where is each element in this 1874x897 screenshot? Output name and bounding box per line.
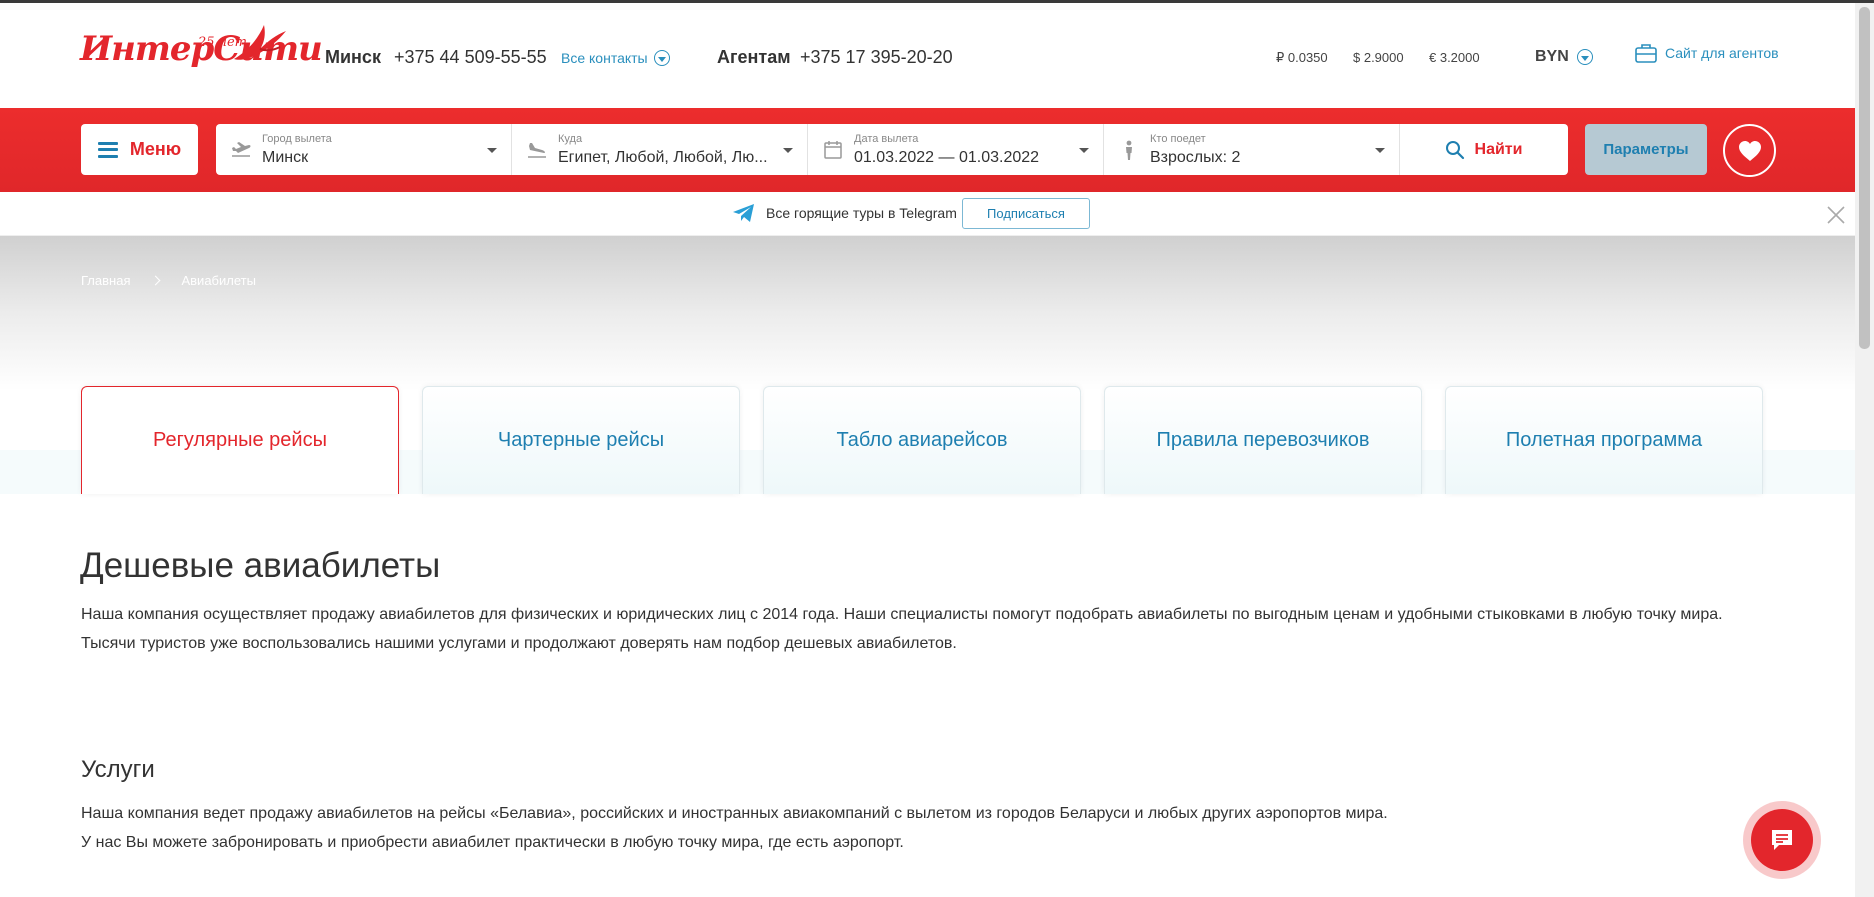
- tab-flight-program[interactable]: Полетная программа: [1445, 386, 1763, 494]
- breadcrumb: Главная Авиабилеты: [81, 273, 256, 288]
- departure-city-field[interactable]: Город вылета Минск: [216, 124, 512, 175]
- chevron-right-icon: [151, 275, 161, 286]
- departure-city-value: Минск: [262, 149, 309, 166]
- departure-date-value: 01.03.2022 — 01.03.2022: [854, 149, 1040, 166]
- tab-charter-flights[interactable]: Чартерные рейсы: [422, 386, 740, 494]
- caret-down-icon: [783, 148, 793, 153]
- search-icon: [1445, 140, 1464, 159]
- search-form: Город вылета Минск Куда Египет, Любой, Л…: [216, 124, 1568, 175]
- chevron-down-icon: [1576, 49, 1593, 65]
- menu-button[interactable]: Меню: [81, 124, 198, 175]
- departure-city-label: Город вылета: [262, 133, 332, 145]
- bird-icon: [234, 25, 286, 60]
- telegram-icon: [733, 204, 754, 222]
- chevron-down-icon: [653, 50, 670, 66]
- rate-usd: $ 2.9000: [1353, 50, 1404, 65]
- page-title: Дешевые авиабилеты: [80, 546, 441, 585]
- chat-widget[interactable]: [1743, 801, 1821, 879]
- plane-landing-icon: [528, 143, 546, 158]
- telegram-banner: Все горящие туры в Telegram Подписаться: [0, 192, 1855, 236]
- person-icon: [1126, 140, 1132, 160]
- services-paragraph-1: Наша компания ведет продажу авиабилетов …: [81, 805, 1388, 822]
- tab-flight-board[interactable]: Табло авиарейсов: [763, 386, 1081, 494]
- agents-site-link[interactable]: Сайт для агентов: [1635, 43, 1779, 63]
- page-scrollbar[interactable]: [1855, 3, 1874, 897]
- agents-site-label: Сайт для агентов: [1665, 45, 1779, 61]
- chat-icon: [1772, 830, 1792, 850]
- tab-regular-flights[interactable]: Регулярные рейсы: [81, 386, 399, 494]
- briefcase-icon: [1635, 44, 1657, 63]
- find-button[interactable]: Найти: [1400, 124, 1567, 175]
- all-contacts-label: Все контакты: [561, 50, 648, 66]
- destination-field[interactable]: Куда Египет, Любой, Любой, Лю...: [512, 124, 808, 175]
- calendar-icon: [824, 141, 842, 159]
- plane-takeoff-icon: [232, 142, 251, 157]
- scrollbar-thumb[interactable]: [1859, 7, 1870, 349]
- find-label: Найти: [1474, 140, 1523, 158]
- heart-icon: [1738, 140, 1761, 161]
- services-paragraph-2: У нас Вы можете забронировать и приобрес…: [81, 834, 904, 851]
- travelers-value: Взрослых: 2: [1150, 149, 1241, 166]
- rate-rub: ₽ 0.0350: [1276, 50, 1328, 65]
- currency-value: BYN: [1535, 48, 1569, 65]
- destination-value: Египет, Любой, Любой, Лю...: [558, 149, 768, 166]
- all-contacts-link[interactable]: Все контакты: [561, 50, 670, 66]
- caret-down-icon: [1079, 148, 1089, 153]
- travelers-label: Кто поедет: [1150, 133, 1206, 145]
- subscribe-button[interactable]: Подписаться: [962, 198, 1090, 229]
- caret-down-icon: [1375, 148, 1385, 153]
- hamburger-icon: [97, 141, 118, 158]
- site-header: ИнтерСити 25 лет Минск +375 44 509-55-55…: [0, 3, 1855, 108]
- menu-label: Меню: [129, 139, 182, 159]
- rate-eur: € 3.2000: [1429, 50, 1480, 65]
- intercity-logo[interactable]: ИнтерСити 25 лет: [80, 23, 323, 83]
- caret-down-icon: [487, 148, 497, 153]
- search-bar: Меню Город вылета Минск Куда Египет, Люб…: [0, 108, 1855, 192]
- tab-carrier-rules[interactable]: Правила перевозчиков: [1104, 386, 1422, 494]
- departure-date-label: Дата вылета: [854, 133, 919, 145]
- parameters-button[interactable]: Параметры: [1585, 124, 1707, 175]
- destination-label: Куда: [558, 133, 583, 145]
- intro-paragraph-1: Наша компания осуществляет продажу авиаб…: [81, 606, 1723, 623]
- intro-paragraph-2: Тысячи туристов уже воспользовались наши…: [81, 635, 957, 652]
- minsk-city-label: Минск: [325, 47, 381, 67]
- breadcrumb-current: Авиабилеты: [181, 273, 256, 288]
- agents-label: Агентам: [717, 47, 791, 67]
- services-title: Услуги: [81, 756, 155, 783]
- telegram-text: Все горящие туры в Telegram: [766, 205, 957, 221]
- departure-date-field[interactable]: Дата вылета 01.03.2022 — 01.03.2022: [808, 124, 1104, 175]
- close-icon[interactable]: [1826, 205, 1846, 225]
- agents-phone[interactable]: +375 17 395-20-20: [800, 47, 953, 68]
- currency-select[interactable]: BYN: [1535, 48, 1593, 66]
- minsk-phone[interactable]: +375 44 509-55-55: [394, 47, 547, 68]
- chat-button[interactable]: [1751, 809, 1813, 871]
- breadcrumb-home[interactable]: Главная: [81, 273, 130, 288]
- favorites-button[interactable]: [1723, 124, 1776, 177]
- travelers-field[interactable]: Кто поедет Взрослых: 2: [1104, 124, 1400, 175]
